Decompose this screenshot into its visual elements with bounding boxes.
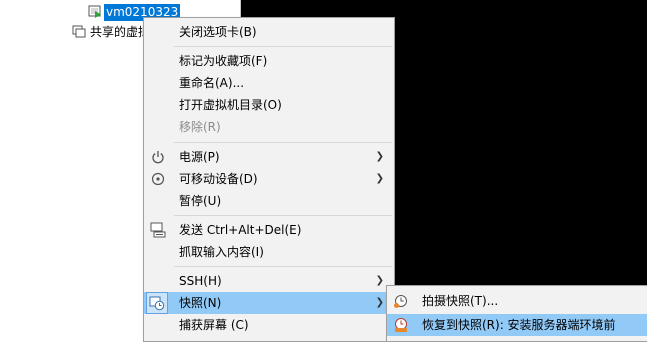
- menu-item-mark-favorite[interactable]: 标记为收藏项(F): [144, 50, 394, 72]
- snapshot-submenu: 拍摄快照(T)... 恢复到快照(R): 安装服务器端环境前: [386, 285, 647, 342]
- menu-item-open-vm-directory[interactable]: 打开虚拟机目录(O): [144, 94, 394, 116]
- menu-item-label: 可移动设备(D): [179, 172, 258, 186]
- submenu-item-take-snapshot[interactable]: 拍摄快照(T)...: [387, 290, 647, 312]
- menu-item-ssh[interactable]: SSH(H) ❯: [144, 270, 394, 292]
- menu-separator: [174, 215, 392, 216]
- menu-item-label: 抓取输入内容(I): [179, 245, 264, 259]
- menu-item-remove: 移除(R): [144, 116, 394, 138]
- vm-context-menu: 关闭选项卡(B) 标记为收藏项(F) 重命名(A)... 打开虚拟机目录(O) …: [143, 17, 395, 342]
- menu-item-label: 发送 Ctrl+Alt+Del(E): [179, 223, 302, 237]
- tree-item-shared-vms[interactable]: 共享的虚拟: [72, 22, 150, 42]
- menu-item-label: SSH(H): [179, 274, 222, 288]
- submenu-arrow-icon: ❯: [375, 151, 384, 162]
- menu-item-label: 重命名(A)...: [179, 76, 245, 90]
- submenu-arrow-icon: ❯: [375, 173, 384, 184]
- menu-item-snapshot[interactable]: 快照(N) ❯: [144, 292, 394, 314]
- menu-item-label: 快照(N): [179, 296, 222, 310]
- menu-item-label: 移除(R): [179, 120, 221, 134]
- menu-item-close-tab[interactable]: 关闭选项卡(B): [144, 21, 394, 43]
- menu-separator: [174, 46, 392, 47]
- menu-separator: [174, 266, 392, 267]
- power-icon: [150, 149, 166, 165]
- menu-item-send-ctrl-alt-del[interactable]: 发送 Ctrl+Alt+Del(E): [144, 219, 394, 241]
- send-keys-icon: [150, 222, 166, 238]
- menu-item-removable-devices[interactable]: 可移动设备(D) ❯: [144, 168, 394, 190]
- menu-item-grab-input[interactable]: 抓取输入内容(I): [144, 241, 394, 263]
- menu-item-label: 恢复到快照(R): 安装服务器端环境前: [422, 318, 616, 332]
- take-snapshot-icon: [393, 293, 409, 309]
- menu-item-label: 电源(P): [179, 150, 220, 164]
- snapshot-icon: [146, 292, 168, 314]
- revert-snapshot-icon: [393, 317, 409, 333]
- shared-vms-label: 共享的虚拟: [90, 25, 151, 39]
- submenu-item-revert-snapshot[interactable]: 恢复到快照(R): 安装服务器端环境前: [387, 314, 647, 336]
- menu-item-label: 关闭选项卡(B): [179, 25, 257, 39]
- submenu-arrow-icon: ❯: [375, 275, 384, 286]
- menu-item-rename[interactable]: 重命名(A)...: [144, 72, 394, 94]
- shared-vms-icon: [72, 25, 86, 39]
- menu-separator: [174, 142, 392, 143]
- removable-device-icon: [150, 171, 166, 187]
- menu-item-label: 打开虚拟机目录(O): [179, 98, 282, 112]
- menu-item-label: 捕获屏幕 (C): [179, 318, 249, 332]
- menu-item-capture-screen[interactable]: 捕获屏幕 (C): [144, 314, 394, 336]
- menu-item-label: 标记为收藏项(F): [179, 54, 268, 68]
- menu-item-label: 拍摄快照(T)...: [422, 294, 499, 308]
- menu-item-pause[interactable]: 暂停(U): [144, 190, 394, 212]
- vm-running-icon: [88, 5, 102, 19]
- menu-item-label: 暂停(U): [179, 194, 222, 208]
- menu-item-power[interactable]: 电源(P) ❯: [144, 146, 394, 168]
- submenu-arrow-icon: ❯: [375, 297, 384, 308]
